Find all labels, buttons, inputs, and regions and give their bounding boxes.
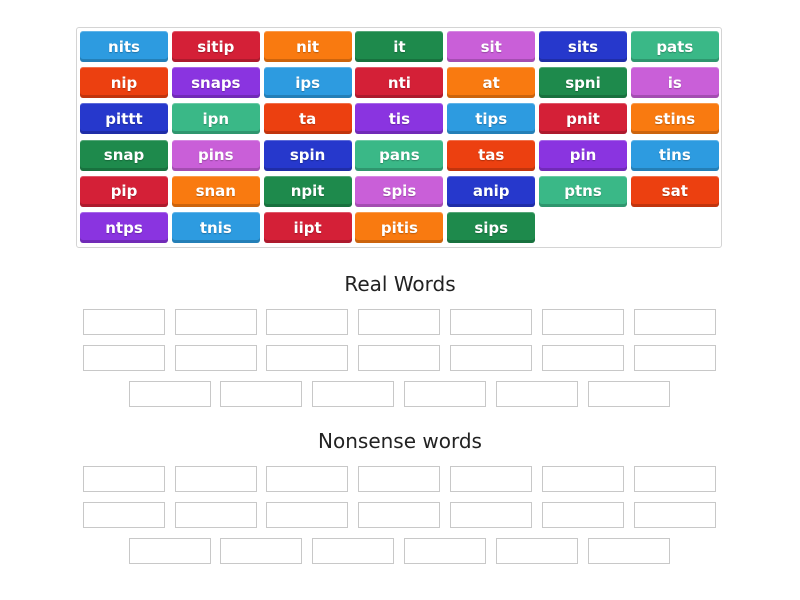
word-tile[interactable]: nip xyxy=(80,67,168,99)
drop-slot[interactable] xyxy=(175,309,257,335)
word-tile[interactable]: tins xyxy=(630,139,719,171)
drop-slot[interactable] xyxy=(634,345,716,371)
word-tile[interactable]: sit xyxy=(447,31,536,62)
drop-slot[interactable] xyxy=(358,502,440,528)
drop-slot[interactable] xyxy=(175,466,257,492)
drop-slot[interactable] xyxy=(358,309,440,335)
drop-slot[interactable] xyxy=(450,309,532,335)
word-tile[interactable]: at xyxy=(447,67,536,99)
drop-slot[interactable] xyxy=(634,502,716,528)
word-tile[interactable]: sitip xyxy=(171,31,260,62)
word-tile[interactable]: sips xyxy=(447,212,536,243)
word-tile[interactable]: pats xyxy=(630,31,719,62)
word-tile[interactable]: sat xyxy=(630,175,719,207)
drop-slot[interactable] xyxy=(404,381,486,407)
word-tile[interactable]: ptns xyxy=(539,175,627,207)
drop-slot[interactable] xyxy=(542,502,624,528)
word-tile[interactable]: ta xyxy=(263,103,352,135)
drop-slot[interactable] xyxy=(266,345,348,371)
drop-slot[interactable] xyxy=(266,309,348,335)
word-tile[interactable]: snaps xyxy=(171,67,260,99)
word-tile[interactable]: tis xyxy=(355,103,444,135)
word-tile[interactable]: spis xyxy=(355,175,444,207)
word-tile[interactable]: pittt xyxy=(80,103,168,135)
word-tile[interactable]: pins xyxy=(171,139,260,171)
word-tile[interactable]: ips xyxy=(263,67,352,99)
word-tile[interactable]: tips xyxy=(447,103,536,135)
word-tile[interactable]: nits xyxy=(80,31,168,62)
drop-slot[interactable] xyxy=(312,538,394,564)
word-tile[interactable]: tnis xyxy=(171,212,260,243)
drop-slot[interactable] xyxy=(175,345,257,371)
drop-slot[interactable] xyxy=(542,466,624,492)
drop-slot[interactable] xyxy=(496,538,578,564)
drop-slot[interactable] xyxy=(358,466,440,492)
group-heading-nonsense-words: Nonsense words xyxy=(318,429,482,453)
drop-slot[interactable] xyxy=(83,466,165,492)
word-tile[interactable]: ntps xyxy=(80,212,168,243)
drop-slot[interactable] xyxy=(588,381,670,407)
drop-slot[interactable] xyxy=(312,381,394,407)
word-tile[interactable]: nti xyxy=(355,67,444,99)
drop-slot[interactable] xyxy=(220,538,302,564)
word-tile[interactable]: ipn xyxy=(171,103,260,135)
word-tile[interactable]: snan xyxy=(171,175,260,207)
drop-slot[interactable] xyxy=(220,381,302,407)
drop-slot[interactable] xyxy=(358,345,440,371)
drop-slot[interactable] xyxy=(496,381,578,407)
word-tile[interactable]: npit xyxy=(263,175,352,207)
word-tile[interactable]: pnit xyxy=(539,103,627,135)
drop-slot[interactable] xyxy=(634,309,716,335)
drop-slot[interactable] xyxy=(634,466,716,492)
drop-slot[interactable] xyxy=(450,502,532,528)
drop-slot[interactable] xyxy=(129,381,211,407)
word-tile[interactable]: sits xyxy=(539,31,627,62)
word-tile[interactable]: nit xyxy=(263,31,352,62)
word-tile[interactable]: tas xyxy=(447,139,536,171)
drop-slot[interactable] xyxy=(175,502,257,528)
drop-slot[interactable] xyxy=(83,345,165,371)
word-tile[interactable]: is xyxy=(630,67,719,99)
drop-slot[interactable] xyxy=(83,309,165,335)
word-tile[interactable]: spni xyxy=(539,67,627,99)
drop-slot[interactable] xyxy=(588,538,670,564)
drop-slot[interactable] xyxy=(266,466,348,492)
drop-slot[interactable] xyxy=(542,309,624,335)
drop-slot[interactable] xyxy=(450,466,532,492)
word-tile[interactable]: pin xyxy=(539,139,627,171)
group-heading-real-words: Real Words xyxy=(344,272,456,296)
drop-slot[interactable] xyxy=(266,502,348,528)
drop-slot[interactable] xyxy=(542,345,624,371)
word-tile[interactable]: anip xyxy=(447,175,536,207)
drop-slot[interactable] xyxy=(129,538,211,564)
word-tile[interactable]: pip xyxy=(80,175,168,207)
drop-slot[interactable] xyxy=(450,345,532,371)
word-tile[interactable]: stins xyxy=(630,103,719,135)
drop-slot[interactable] xyxy=(404,538,486,564)
word-tile[interactable]: pans xyxy=(355,139,444,171)
word-tile[interactable]: pitis xyxy=(355,212,444,243)
word-tile[interactable]: spin xyxy=(263,139,352,171)
word-tile[interactable]: it xyxy=(355,31,444,62)
word-tile[interactable]: iipt xyxy=(263,212,352,243)
drop-slot[interactable] xyxy=(83,502,165,528)
word-tile[interactable]: snap xyxy=(80,139,168,171)
word-bank: nits sitip nit it sit sits pats nip snaps ips nti a… xyxy=(76,27,722,248)
